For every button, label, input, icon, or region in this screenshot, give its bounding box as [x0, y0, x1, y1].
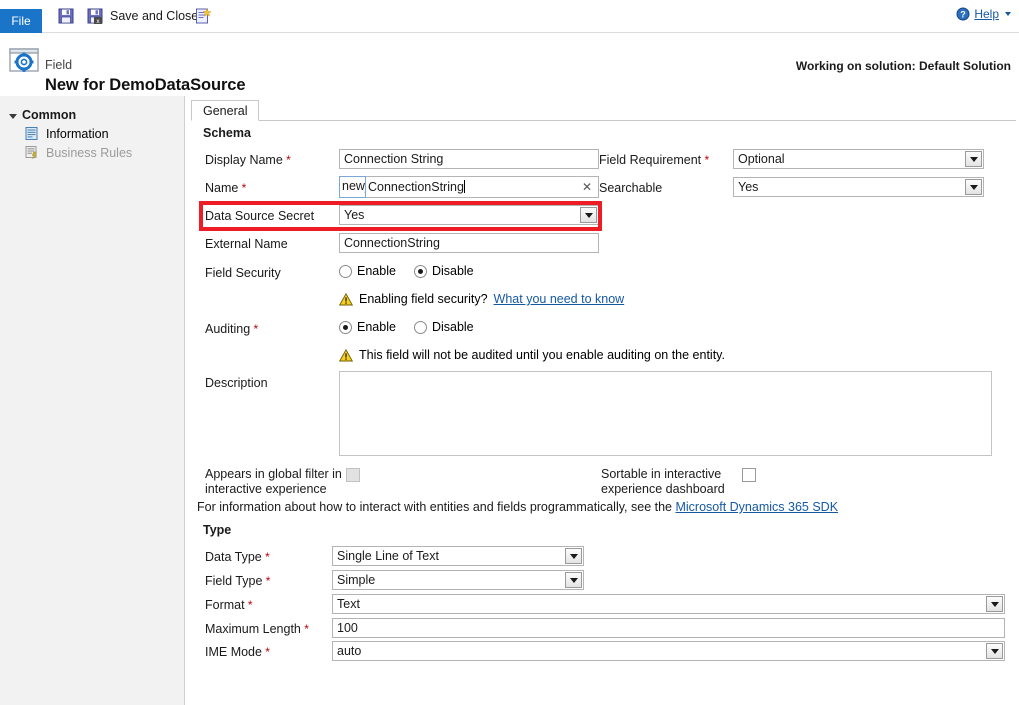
sdk-note: For information about how to interact wi…	[197, 500, 838, 514]
auditing-disable-radio[interactable]: Disable	[414, 320, 474, 334]
chevron-down-icon	[1005, 12, 1011, 16]
auditing-warning-text: This field will not be audited until you…	[359, 348, 725, 362]
field-security-warning-link[interactable]: What you need to know	[494, 292, 625, 306]
field-editor-window: File x Save and Close	[0, 0, 1019, 705]
ime-mode-select[interactable]: auto	[332, 641, 1005, 661]
clear-x-icon[interactable]: ✕	[576, 177, 598, 197]
save-icon	[57, 7, 75, 25]
nav-group-label: Common	[22, 108, 76, 122]
help-icon: ?	[956, 7, 970, 21]
data-type-select[interactable]: Single Line of Text	[332, 546, 584, 566]
sidebar-item-label: Information	[46, 127, 109, 141]
business-rules-icon	[24, 145, 39, 160]
tab-strip: General	[191, 100, 1016, 121]
field-security-label: Field Security	[205, 266, 281, 280]
name-prefix: new_	[339, 176, 366, 198]
external-name-input[interactable]: ConnectionString	[339, 233, 599, 253]
warning-icon	[339, 293, 353, 306]
solution-context-label: Working on solution: Default Solution	[796, 59, 1011, 73]
radio-circle-icon	[414, 321, 427, 334]
expand-triangle-icon	[9, 114, 17, 119]
maximum-length-label: Maximum Length *	[205, 622, 309, 636]
left-navigation: Common Information Business Rules	[0, 96, 185, 705]
chevron-down-icon	[565, 572, 582, 588]
help-label: Help	[974, 7, 999, 21]
sidebar-item-label: Business Rules	[46, 146, 132, 160]
field-security-warning: Enabling field security? What you need t…	[339, 292, 624, 306]
field-requirement-label: Field Requirement *	[599, 153, 709, 167]
field-type-select[interactable]: Simple	[332, 570, 584, 590]
global-filter-label: Appears in global filter in interactive …	[205, 467, 342, 497]
radio-circle-selected-icon	[339, 321, 352, 334]
new-record-icon	[194, 7, 212, 25]
data-type-label: Data Type *	[205, 550, 270, 564]
name-label: Name *	[205, 181, 246, 195]
field-type-label: Field Type *	[205, 574, 270, 588]
new-record-button[interactable]	[192, 4, 214, 28]
auditing-warning: This field will not be audited until you…	[339, 348, 725, 362]
type-section-title: Type	[203, 523, 231, 537]
save-and-close-button[interactable]: x Save and Close	[84, 4, 200, 28]
chevron-down-icon	[986, 596, 1003, 612]
chevron-down-icon	[986, 643, 1003, 659]
page-title: New for DemoDataSource	[45, 76, 245, 95]
maximum-length-input[interactable]: 100	[332, 618, 1005, 638]
nav-group-common[interactable]: Common	[9, 108, 76, 122]
chevron-down-icon	[965, 151, 982, 167]
auditing-enable-radio[interactable]: Enable	[339, 320, 396, 334]
global-filter-checkbox[interactable]	[346, 468, 360, 482]
content-pane: General Schema Display Name * Connection…	[186, 96, 1019, 705]
ribbon-toolbar: File x Save and Close	[0, 0, 1019, 33]
help-button[interactable]: ? Help	[956, 7, 1011, 21]
sdk-note-text: For information about how to interact wi…	[197, 500, 675, 514]
chevron-down-icon	[565, 548, 582, 564]
field-security-radio-group[interactable]: Enable Disable	[339, 264, 474, 278]
name-input[interactable]: ConnectionString	[366, 177, 576, 197]
field-gear-icon	[8, 45, 40, 77]
external-name-label: External Name	[205, 237, 288, 251]
field-requirement-select[interactable]: Optional	[733, 149, 984, 169]
searchable-label: Searchable	[599, 181, 662, 195]
tab-general[interactable]: General	[191, 100, 259, 121]
schema-section-title: Schema	[203, 126, 251, 140]
chevron-down-icon	[965, 179, 982, 195]
warning-icon	[339, 349, 353, 362]
radio-circle-selected-icon	[414, 265, 427, 278]
sortable-checkbox[interactable]	[742, 468, 756, 482]
page-subtitle: Field	[45, 58, 72, 72]
description-textarea[interactable]	[339, 371, 992, 456]
file-menu-tab[interactable]: File	[0, 9, 42, 33]
searchable-select[interactable]: Yes	[733, 177, 984, 197]
ime-mode-label: IME Mode *	[205, 645, 270, 659]
save-button[interactable]	[55, 4, 77, 28]
information-icon	[24, 126, 39, 141]
sidebar-item-business-rules[interactable]: Business Rules	[24, 145, 132, 160]
field-security-enable-radio[interactable]: Enable	[339, 264, 396, 278]
text-caret	[464, 180, 465, 193]
data-source-secret-select[interactable]: Yes	[339, 205, 599, 225]
auditing-radio-group[interactable]: Enable Disable	[339, 320, 474, 334]
display-name-label: Display Name *	[205, 153, 291, 167]
field-security-warning-text: Enabling field security?	[359, 292, 488, 306]
save-and-close-label: Save and Close	[110, 9, 198, 23]
format-select[interactable]: Text	[332, 594, 1005, 614]
save-and-close-icon: x	[86, 7, 104, 25]
radio-circle-icon	[339, 265, 352, 278]
chevron-down-icon	[580, 207, 597, 223]
format-label: Format *	[205, 598, 253, 612]
sdk-link[interactable]: Microsoft Dynamics 365 SDK	[675, 500, 838, 514]
field-security-disable-radio[interactable]: Disable	[414, 264, 474, 278]
sortable-label: Sortable in interactive experience dashb…	[601, 467, 725, 497]
data-source-secret-label: Data Source Secret	[205, 209, 314, 223]
name-input-group[interactable]: new_ ConnectionString ✕	[339, 176, 599, 198]
sidebar-item-information[interactable]: Information	[24, 126, 109, 141]
svg-text:?: ?	[961, 10, 967, 20]
display-name-input[interactable]: Connection String	[339, 149, 599, 169]
description-label: Description	[205, 376, 268, 390]
auditing-label: Auditing *	[205, 322, 258, 336]
